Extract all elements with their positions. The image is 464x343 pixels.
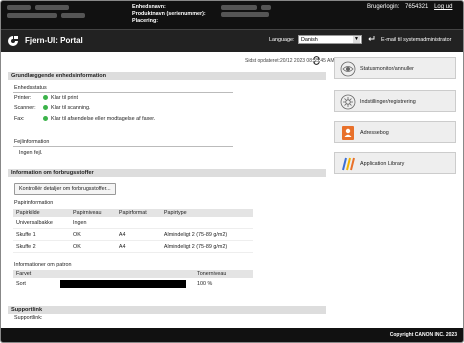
return-arrow-icon bbox=[368, 36, 375, 41]
redacted-text bbox=[61, 13, 85, 18]
divider bbox=[13, 92, 233, 93]
redacted-text bbox=[35, 5, 69, 10]
address-book-icon bbox=[342, 126, 354, 140]
application-library-icon bbox=[342, 157, 355, 171]
paper-level: OK bbox=[70, 228, 116, 241]
toner-info-heading: Informationer om patron bbox=[14, 262, 72, 268]
location-label: Placering: bbox=[132, 18, 159, 24]
refresh-icon[interactable] bbox=[312, 56, 321, 65]
device-labels: Enhedsnavn: Produktnavn (serienummer): P… bbox=[132, 4, 206, 25]
redacted-text bbox=[221, 5, 257, 10]
device-name-label: Enhedsnavn: bbox=[132, 4, 166, 10]
toner-level: 100 % bbox=[197, 281, 213, 287]
language-select[interactable]: Danish ▼ bbox=[298, 35, 362, 44]
redacted-text bbox=[7, 13, 57, 18]
paper-size: A4 bbox=[115, 240, 161, 253]
table-row: Sort 100 % bbox=[13, 278, 253, 290]
scanner-status-label: Scanner: bbox=[14, 105, 36, 111]
paper-level: Ingen bbox=[70, 217, 116, 229]
printer-status-value: Klar til print bbox=[51, 95, 78, 101]
fax-status-label: Fax: bbox=[14, 116, 25, 122]
user-login-label: Brugerlogin: bbox=[367, 4, 400, 10]
sidebar-item-label: Application Library bbox=[360, 161, 405, 167]
support-link-heading: Supportlink bbox=[8, 306, 326, 314]
status-ok-icon bbox=[43, 105, 48, 110]
sidebar-item-settings[interactable]: Indstillinger/registrering bbox=[334, 90, 456, 112]
check-consumables-button[interactable]: Kontrollér detaljer om forbrugsstoffer..… bbox=[14, 183, 116, 195]
sidebar-item-label: Adressebog bbox=[360, 130, 389, 136]
paper-source: Skuffe 1 bbox=[13, 228, 70, 241]
status-ok-icon bbox=[43, 116, 48, 121]
paper-info-table: Papirkilde Papirniveau Papirformat Papir… bbox=[13, 209, 253, 253]
printer-status-label: Printer: bbox=[14, 95, 32, 101]
copyright-text: Copyright CANON INC. 2023 bbox=[389, 332, 457, 338]
status-ok-icon bbox=[43, 95, 48, 100]
paper-info-heading: Papirinformation bbox=[14, 200, 54, 206]
toner-level-bar bbox=[59, 280, 186, 288]
settings-icon bbox=[340, 94, 356, 110]
language-selected-value: Danish bbox=[301, 37, 318, 43]
paper-source: Skuffe 2 bbox=[13, 240, 70, 253]
paper-type: Almindeligt 2 (75-89 g/m2) bbox=[160, 240, 253, 253]
remote-ui-logo-icon bbox=[8, 36, 18, 46]
product-name-label: Produktnavn (serienummer): bbox=[132, 11, 206, 17]
footer: Copyright CANON INC. 2023 bbox=[1, 328, 463, 342]
table-row: Universalbakke Ingen bbox=[13, 217, 253, 229]
last-updated-text: Sidst opdateret:20/12 2023 08:55:45 AM bbox=[245, 58, 335, 64]
paper-size bbox=[115, 217, 161, 229]
user-login: Brugerlogin: 7654321 Log ud bbox=[367, 4, 452, 10]
column-header: Papirformat bbox=[115, 209, 161, 217]
toner-color: Sort bbox=[16, 281, 26, 288]
chevron-down-icon: ▼ bbox=[353, 36, 360, 43]
page-title: Fjern-UI: Portal bbox=[25, 36, 83, 45]
remote-ui-window: Enhedsnavn: Produktnavn (serienummer): P… bbox=[0, 0, 464, 343]
column-header: Papirtype bbox=[160, 209, 253, 217]
status-monitor-icon bbox=[340, 61, 356, 77]
redacted-text bbox=[221, 12, 269, 17]
column-header: Tonerniveau bbox=[194, 270, 253, 278]
sidebar-item-label: Statusmonitor/annuller bbox=[360, 66, 414, 72]
toner-info-table: Farvet Tonerniveau Sort 100 % bbox=[13, 270, 253, 290]
consumables-heading: Information om forbrugsstoffer bbox=[8, 169, 326, 177]
email-admin-link[interactable]: E-mail til systemadministrator bbox=[381, 37, 451, 43]
sidebar-item-application-library[interactable]: Application Library bbox=[334, 152, 456, 174]
column-header: Papirkilde bbox=[13, 209, 70, 217]
user-id: 7654321 bbox=[405, 4, 429, 10]
sidebar-item-address-book[interactable]: Adressebog bbox=[334, 121, 456, 143]
sidebar-item-label: Indstillinger/registrering bbox=[360, 99, 416, 105]
divider bbox=[13, 146, 233, 147]
error-info-value: Ingen fejl. bbox=[19, 150, 43, 156]
paper-type bbox=[160, 217, 253, 229]
device-info-bar: Enhedsnavn: Produktnavn (serienummer): P… bbox=[1, 1, 463, 29]
table-row: Skuffe 2 OK A4 Almindeligt 2 (75-89 g/m2… bbox=[13, 240, 253, 253]
fax-status-value: Klar til afsendelse eller modtagelse af … bbox=[51, 116, 156, 122]
table-row: Skuffe 1 OK A4 Almindeligt 2 (75-89 g/m2… bbox=[13, 228, 253, 241]
error-info-heading: Fejlinformation bbox=[14, 139, 50, 145]
device-status-heading: Enhedsstatus bbox=[14, 85, 47, 91]
column-header: Farvet bbox=[13, 270, 194, 278]
support-link-label: Supportlink: bbox=[14, 315, 43, 321]
redacted-text bbox=[7, 5, 31, 10]
toner-color-cell: Sort bbox=[13, 278, 194, 290]
sidebar-item-status-monitor[interactable]: Statusmonitor/annuller bbox=[334, 57, 456, 79]
scanner-status-value: Klar til scanning. bbox=[51, 105, 91, 111]
paper-source: Universalbakke bbox=[13, 217, 70, 229]
paper-size: A4 bbox=[115, 228, 161, 241]
basic-device-info-heading: Grundlæggende enhedsinformation bbox=[8, 72, 326, 80]
language-label: Language: bbox=[269, 37, 295, 43]
paper-level: OK bbox=[70, 240, 116, 253]
redacted-text bbox=[261, 5, 271, 10]
paper-type: Almindeligt 2 (75-89 g/m2) bbox=[160, 228, 253, 241]
portal-header: Fjern-UI: Portal Language: Danish ▼ E-ma… bbox=[1, 29, 463, 52]
logout-link[interactable]: Log ud bbox=[434, 4, 452, 10]
column-header: Papirniveau bbox=[70, 209, 116, 217]
